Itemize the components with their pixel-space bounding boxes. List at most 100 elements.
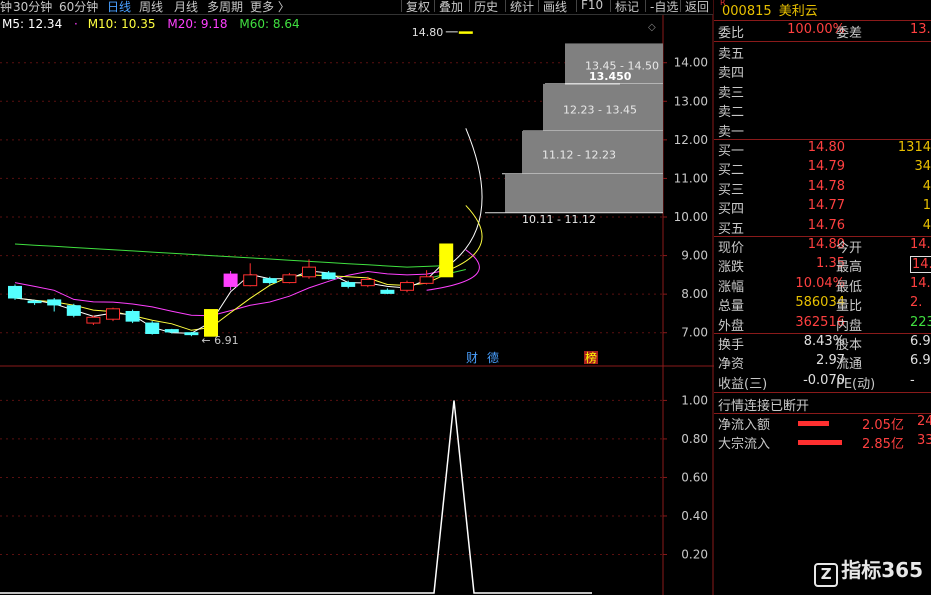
stat-row: 外盘362516内盘2235 — [714, 315, 931, 334]
price-tick: 14.00 — [674, 56, 708, 70]
flow-label: 净流入额 — [718, 418, 771, 433]
diamond-icon: ◇ — [648, 22, 656, 33]
fund-label-2: 股本 — [836, 338, 863, 353]
stat-label-2: 量比 — [836, 299, 863, 315]
stat-value-2: 14. — [910, 256, 931, 274]
price-axis: 14.00 13.00 12.00 11.00 10.00 9.00 8.00 7.00 — [663, 56, 708, 340]
candle-body — [106, 308, 120, 320]
candle-body — [321, 272, 336, 280]
moving-average-lines — [14, 128, 483, 334]
volume-tick: 1.00 — [681, 393, 708, 407]
ask-label: 卖四 — [718, 66, 745, 82]
fund-label-2: PE(动) — [836, 376, 876, 392]
candle-body — [86, 316, 101, 324]
stat-value-2: 2235 — [910, 314, 931, 330]
low-label: ← 6.91 — [201, 334, 238, 347]
bid-price: 14.79 — [807, 159, 845, 175]
candle-body — [439, 243, 454, 278]
ma20-value: M20: 9.18 — [167, 17, 228, 31]
flow-row: 净流入额 2.05亿 24 — [714, 414, 931, 433]
stat-label-2: 最低 — [836, 279, 863, 295]
stock-title[interactable]: R 000815 美利云 — [720, 0, 818, 19]
event-marker: 榜 — [585, 350, 597, 365]
flow-value: 2.05亿 — [862, 418, 904, 433]
bid-price: 14.78 — [807, 178, 845, 194]
bid-volume: 1 — [922, 198, 931, 214]
stat-row: 总量 586034 量比 2. — [714, 295, 931, 314]
ask-label: 卖三 — [718, 85, 745, 101]
bid-price: 14.77 — [807, 198, 845, 214]
bid-label: 买五 — [718, 221, 745, 237]
bid-price: 14.80 — [807, 140, 845, 155]
volume-tick: 0.40 — [681, 509, 708, 523]
stat-row: 现价 14.80 今开 14. — [714, 237, 931, 256]
stat-label: 总量 — [718, 299, 745, 315]
high-label: 14.80 — [412, 26, 444, 39]
flow-label: 大宗流入 — [718, 437, 771, 453]
candle-body — [184, 332, 199, 336]
candle-body — [341, 282, 356, 287]
r-badge: R — [720, 0, 726, 7]
tool-button[interactable]: 叠加 — [434, 0, 463, 14]
projection-band — [505, 173, 663, 213]
bid-row: 买四 14.77 1 — [714, 198, 931, 217]
bid-row: 买一 14.80 1314 — [714, 140, 931, 159]
bid-volume: 4 — [922, 217, 931, 233]
tool-button[interactable]: F10 — [576, 0, 603, 12]
fund-value-2: 6.95 — [910, 353, 931, 369]
flow-extra: 24 — [917, 414, 931, 429]
stat-label-2: 内盘 — [836, 318, 863, 334]
tool-button[interactable]: 统计 — [505, 0, 534, 14]
bid-label: 买四 — [718, 202, 745, 218]
period-tab[interactable]: 日线 — [107, 0, 131, 15]
weibi-row: 委比 100.00% 委差 13.6 — [714, 22, 931, 41]
connection-status: 行情连接已断开 — [714, 395, 931, 414]
projection-bands: 13.45 - 14.5012.23 - 13.4511.12 - 12.231… — [485, 43, 663, 226]
tool-button[interactable]: -自选 — [645, 0, 678, 14]
fundamental-row: 净资2.97流通6.95 — [714, 353, 931, 372]
tool-button[interactable]: 复权 — [401, 0, 430, 14]
period-tab[interactable]: 多周期 — [207, 0, 243, 15]
fundamental-row: 换手8.43%股本6.95 — [714, 334, 931, 353]
stat-row: 涨幅 10.04% 最低 14. — [714, 276, 931, 295]
fund-label-2: 流通 — [836, 357, 863, 373]
ask-label: 卖五 — [718, 47, 745, 62]
stat-label: 涨幅 — [718, 279, 745, 295]
price-tick: 10.00 — [674, 210, 708, 224]
tool-button[interactable]: 画线 — [538, 0, 567, 14]
flow-bar — [798, 421, 829, 426]
price-tick: 8.00 — [681, 287, 708, 301]
bid-row: 买三 14.78 4 — [714, 179, 931, 198]
period-tab[interactable]: 周线 — [139, 0, 163, 15]
period-tab[interactable]: 钟 — [0, 0, 12, 15]
candle-body — [47, 299, 62, 306]
event-marker: 财 — [466, 351, 478, 365]
stat-label: 现价 — [718, 241, 745, 256]
bid-row: 买二 14.79 34 — [714, 159, 931, 178]
period-tab[interactable]: 更多 〉 — [250, 0, 290, 15]
band-label: 12.23 - 13.45 — [563, 103, 637, 116]
volume-panel: 1.00 0.80 0.60 0.40 0.20 — [0, 393, 708, 594]
fund-label: 换手 — [718, 338, 745, 353]
candle-body — [164, 329, 179, 333]
current-target-label: 13.450 — [589, 70, 632, 83]
kline-chart[interactable]: 13.45 - 14.5012.23 - 13.4511.12 - 12.231… — [0, 0, 714, 595]
period-tab[interactable]: 月线 — [174, 0, 198, 15]
period-tab[interactable]: 30分钟 — [13, 0, 52, 15]
fundamental-row: 收益(三) -0.070 PE(动) - — [714, 373, 931, 392]
period-tab[interactable]: 60分钟 — [59, 0, 98, 15]
candle-body — [282, 274, 297, 284]
band-label: 11.12 - 12.23 — [542, 148, 616, 161]
weicha-label: 委差 — [836, 26, 863, 41]
candle-body — [27, 300, 42, 304]
flow-extra: 33 — [917, 433, 931, 449]
tool-button[interactable]: 标记 — [610, 0, 639, 14]
bid-volume: 34 — [914, 159, 931, 175]
tool-button[interactable]: 历史 — [469, 0, 498, 14]
candle-body — [360, 278, 375, 287]
tool-button[interactable]: 返回 — [680, 0, 709, 14]
ma60-value: M60: 8.64 — [239, 17, 300, 31]
bid-volume: 1314 — [897, 140, 931, 155]
stat-value-2: 2. — [910, 295, 923, 311]
ask-label: 卖二 — [718, 105, 745, 121]
